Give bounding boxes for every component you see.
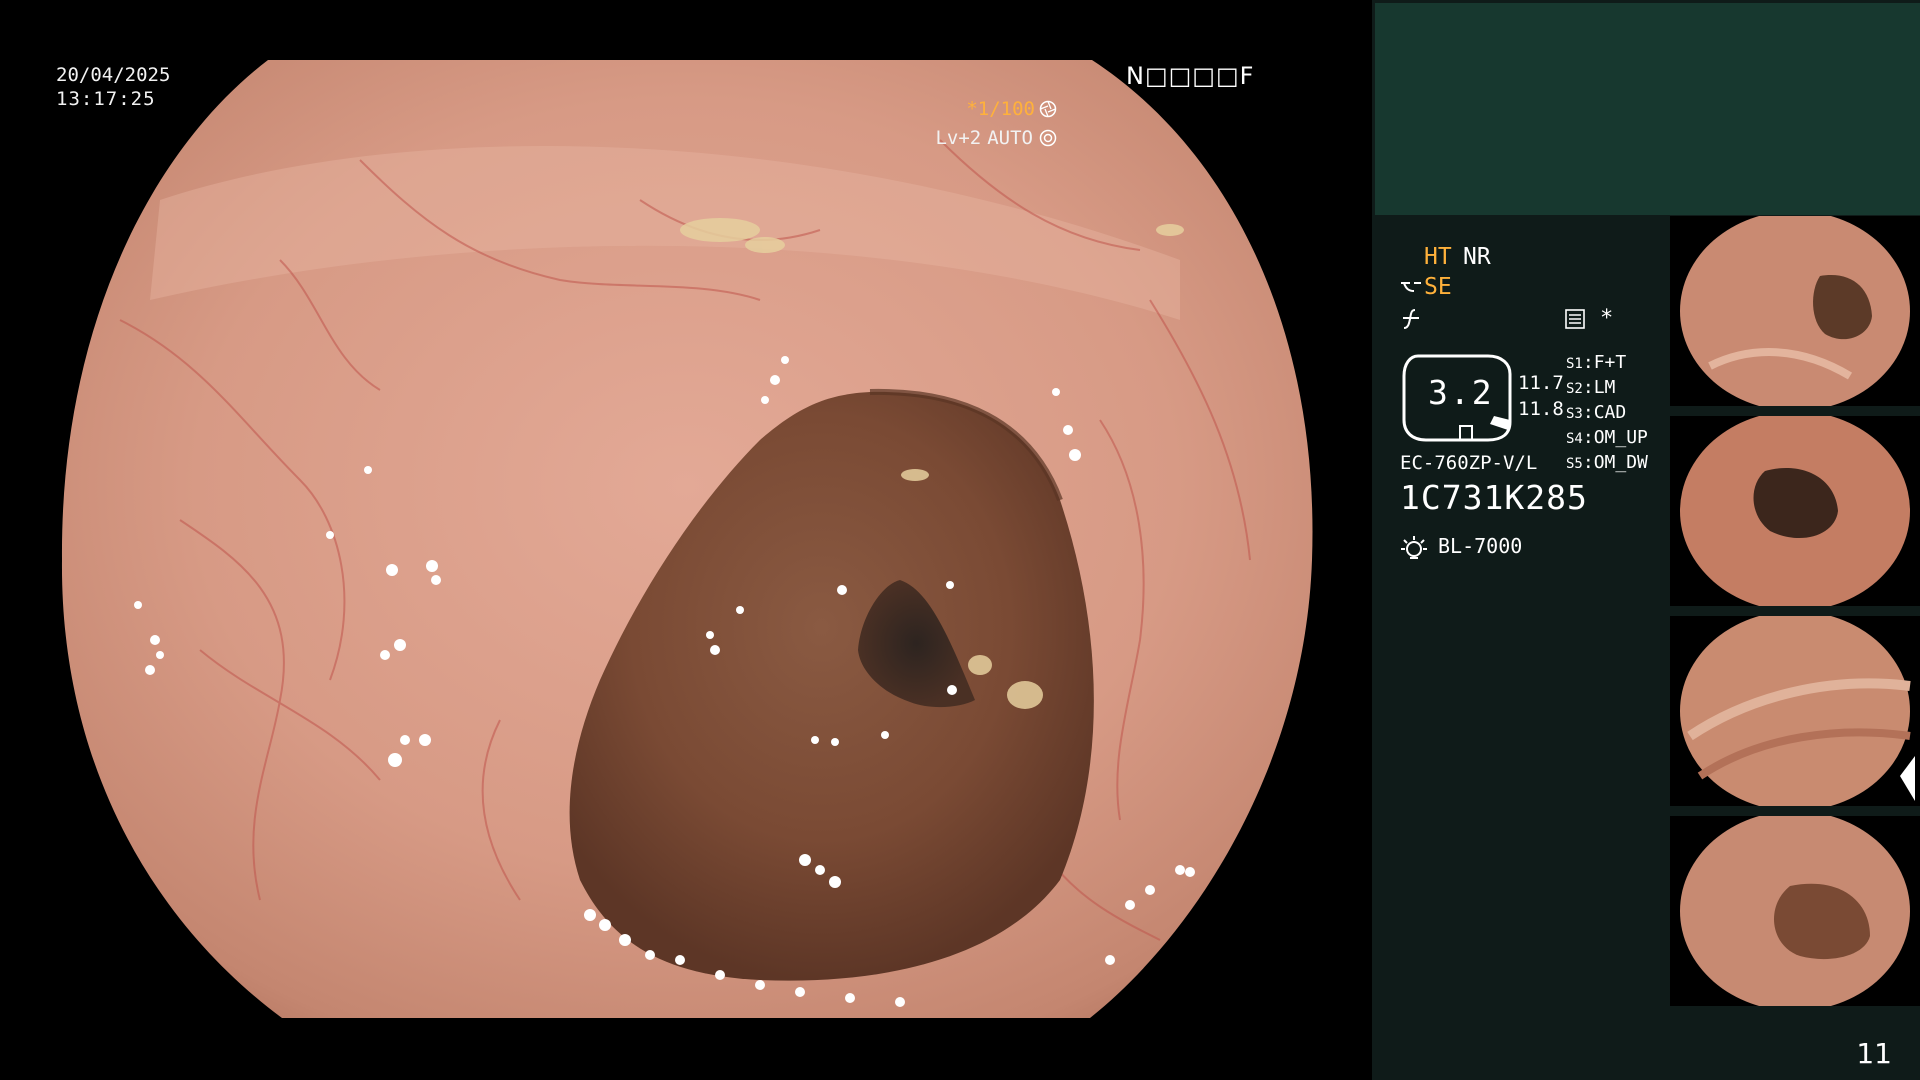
- capture-thumbnail[interactable]: [1670, 416, 1920, 606]
- exam-time: 13:17:25: [56, 88, 156, 110]
- light-source-icon: [1401, 536, 1427, 559]
- endoscopy-image: [61, 60, 1313, 1018]
- page-number: 11: [1856, 1037, 1892, 1070]
- asterisk-marker: *: [1600, 306, 1614, 331]
- endoscope-main-view: 20/04/2025 13:17:25 N□□□□F *1/100 Lv+2 A…: [0, 0, 1372, 1080]
- switch-row: S1:F+T: [1566, 352, 1627, 373]
- function-icon: [1403, 309, 1419, 329]
- mode-se: SE: [1424, 274, 1452, 300]
- thumbnail-strip: [1670, 216, 1920, 1016]
- gauge-reading-2: 11.8: [1518, 398, 1564, 420]
- exam-date: 20/04/2025: [56, 64, 171, 86]
- switch-row: S4:OM_UP: [1566, 427, 1648, 448]
- magnification-value: 3.2: [1428, 373, 1494, 412]
- switch-row: S3:CAD: [1566, 402, 1627, 423]
- light-source: BL-7000: [1438, 534, 1523, 558]
- mode-ht: HT: [1424, 244, 1452, 270]
- patient-code: N□□□□F: [1126, 62, 1255, 90]
- mode-nr: NR: [1463, 244, 1491, 270]
- scope-serial: 1C731K285: [1400, 478, 1588, 517]
- aperture-icon: [1039, 100, 1057, 118]
- brightness-level: Lv+2: [935, 127, 982, 149]
- switch-row: S2:LM: [1566, 377, 1616, 398]
- level-row: Lv+2 AUTO: [935, 127, 1057, 149]
- menu-icon: [1565, 309, 1585, 329]
- side-header: [1375, 3, 1920, 215]
- scope-model: EC-760ZP-V/L: [1400, 452, 1538, 474]
- shutter-speed: *1/100: [966, 98, 1035, 120]
- capture-thumbnail[interactable]: [1670, 816, 1920, 1006]
- shutter-speed-row: *1/100: [966, 98, 1057, 120]
- scope-info: HT NR SE * 3.2 11.7 11.8 S1:F+T S2:LM S3…: [1372, 216, 1670, 1080]
- side-panel: HT NR SE * 3.2 11.7 11.8 S1:F+T S2:LM S3…: [1372, 0, 1920, 1080]
- switch-row: S5:OM_DW: [1566, 452, 1648, 473]
- capture-thumbnail[interactable]: [1670, 616, 1920, 806]
- structure-enhance-icon: [1401, 282, 1421, 292]
- gauge-reading-1: 11.7: [1518, 372, 1564, 394]
- iris-icon: [1039, 129, 1057, 147]
- iris-mode: AUTO: [987, 127, 1033, 149]
- capture-thumbnail[interactable]: [1670, 216, 1920, 406]
